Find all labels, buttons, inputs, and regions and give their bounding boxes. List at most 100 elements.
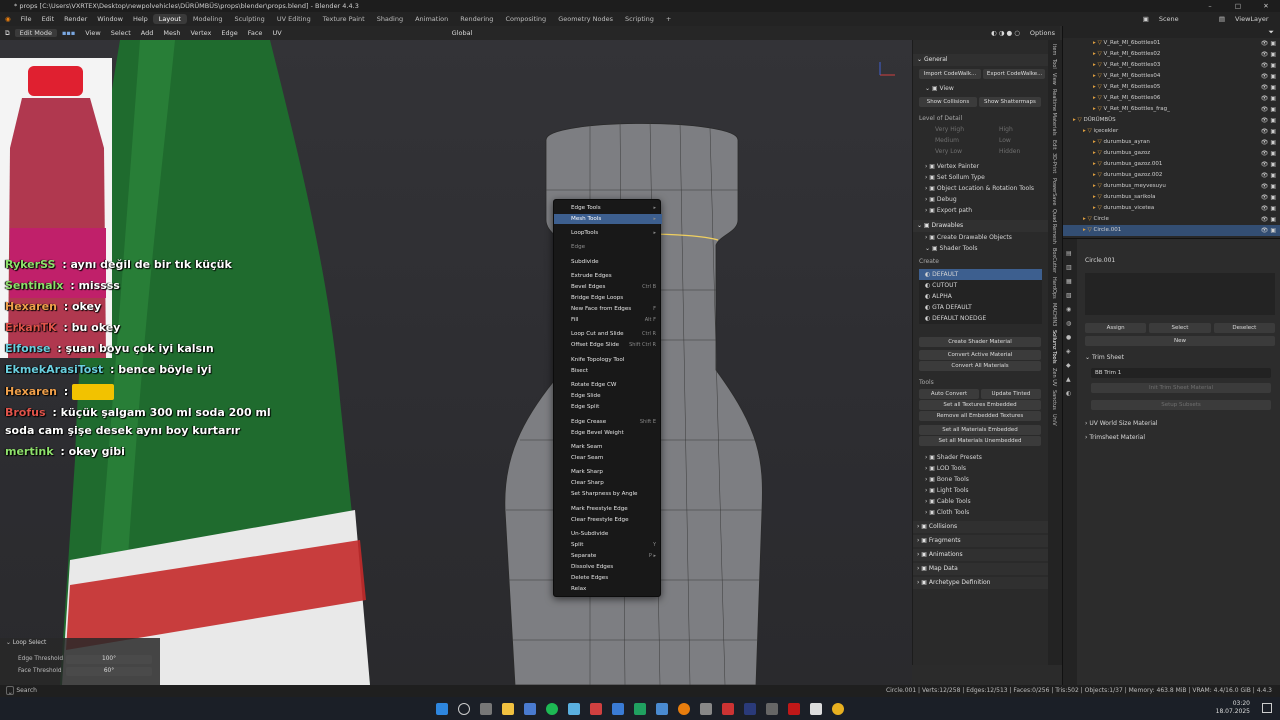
- outliner-row[interactable]: ▸ ▽ V_Ret_Ml_6bottles02 👁 ▣: [1063, 49, 1280, 60]
- shader-item-default-noedge[interactable]: ◐ DEFAULT NOEDGE: [919, 313, 1042, 324]
- subsection-export-path[interactable]: › ▣ Export path: [913, 205, 1048, 216]
- set-materials-embedded-button[interactable]: Set all Materials Embedded: [919, 425, 1041, 435]
- tab-realtime-materials[interactable]: Realtime Materials: [1051, 89, 1057, 136]
- menu-item-subdivide[interactable]: Subdivide: [554, 257, 662, 267]
- menu-item-extrude-edges[interactable]: Extrude Edges: [554, 271, 662, 281]
- menu-item-edge-tools[interactable]: Edge Tools ▸: [554, 203, 662, 213]
- menu-add[interactable]: Add: [136, 29, 159, 37]
- menu-render[interactable]: Render: [59, 15, 92, 23]
- outliner-row[interactable]: ▸ ▽ V_Ret_Ml_6bottles05 👁 ▣: [1063, 82, 1280, 93]
- tab-layout[interactable]: Layout: [152, 14, 187, 24]
- visibility-icon[interactable]: 👁 ▣: [1261, 181, 1276, 192]
- visibility-icon[interactable]: 👁 ▣: [1261, 60, 1276, 71]
- section-fragments[interactable]: › ▣ Fragments: [913, 535, 1048, 547]
- menu-select[interactable]: Select: [106, 29, 136, 37]
- outliner-row[interactable]: ▸ ▽ V_Ret_Ml_6bottles_frag_ 👁 ▣: [1063, 104, 1280, 115]
- 3d-viewport[interactable]: RykerSS : aynı değil de bir tık küçük Se…: [0, 40, 912, 685]
- uv-world-size-header[interactable]: › UV World Size Material: [1085, 420, 1157, 427]
- assign-button[interactable]: Assign: [1085, 323, 1147, 333]
- tab-animation[interactable]: Animation: [409, 14, 454, 24]
- menu-help[interactable]: Help: [128, 15, 153, 23]
- tab-boxcutter[interactable]: BoxCutter: [1051, 248, 1057, 273]
- menu-item-separate[interactable]: Separate P ▸: [554, 551, 662, 561]
- trim-sheet-header[interactable]: ⌄ Trim Sheet: [1085, 354, 1124, 361]
- search-icon[interactable]: [458, 703, 470, 715]
- menu-file[interactable]: File: [16, 15, 37, 23]
- windows-start-icon[interactable]: [436, 703, 448, 715]
- shader-item-cutout[interactable]: ◐ CUTOUT: [919, 280, 1042, 291]
- menu-item-bevel-edges[interactable]: Bevel Edges Ctrl B: [554, 282, 662, 292]
- app-icon[interactable]: [656, 703, 668, 715]
- menu-item-bridge-edge-loops[interactable]: Bridge Edge Loops: [554, 293, 662, 303]
- new-material-button[interactable]: New: [1085, 336, 1275, 346]
- menu-item-edge-crease[interactable]: Edge Crease Shift E: [554, 417, 662, 427]
- menu-item-looptools[interactable]: LoopTools ▸: [554, 228, 662, 238]
- app-icon[interactable]: [788, 703, 800, 715]
- edge-threshold-field[interactable]: 100°: [66, 655, 152, 664]
- tool-tab-icon[interactable]: ▤ ▥ ▦ ▧ ◉ ◍ ● ◈ ◆ ▲ ◐: [1066, 247, 1077, 401]
- outliner-row[interactable]: ▸ ▽ V_Ret_Ml_6bottles04 👁 ▣: [1063, 71, 1280, 82]
- tab-edit[interactable]: Edit: [1051, 140, 1057, 150]
- tab-item[interactable]: Item: [1051, 44, 1057, 55]
- outliner-row[interactable]: ▸ ▽ V_Ret_Ml_6bottles01 👁 ▣: [1063, 38, 1280, 49]
- blender-taskbar-icon[interactable]: [678, 703, 690, 715]
- loop-select-title[interactable]: ⌄ Loop Select: [6, 640, 46, 646]
- menu-edit[interactable]: Edit: [37, 15, 60, 23]
- app-icon[interactable]: [766, 703, 778, 715]
- shader-item-alpha[interactable]: ◐ ALPHA: [919, 291, 1042, 302]
- scene-icon[interactable]: ▣: [1138, 15, 1154, 23]
- menu-window[interactable]: Window: [92, 15, 128, 23]
- subsection-view[interactable]: ⌄ ▣ View: [913, 83, 1048, 94]
- filter-icon[interactable]: ⏷: [1268, 28, 1274, 37]
- minimize-icon[interactable]: –: [1196, 0, 1224, 12]
- menu-item-loop-cut-and-slide[interactable]: Loop Cut and Slide Ctrl R: [554, 329, 662, 339]
- menu-item-knife-topology-tool[interactable]: Knife Topology Tool: [554, 355, 662, 365]
- app-icon[interactable]: [810, 703, 822, 715]
- convert-all-materials-button[interactable]: Convert All Materials: [919, 361, 1041, 371]
- trimsheet-material-header[interactable]: › Trimsheet Material: [1085, 434, 1145, 441]
- tab-rendering[interactable]: Rendering: [454, 14, 499, 24]
- show-shattermaps-button[interactable]: Show Shattermaps: [978, 97, 1041, 107]
- menu-vertex[interactable]: Vertex: [185, 29, 216, 37]
- face-threshold-field[interactable]: 60°: [66, 667, 152, 676]
- shading-icons[interactable]: ◐ ◑ ● ○: [986, 29, 1025, 37]
- tab-shading[interactable]: Shading: [371, 14, 409, 24]
- material-slots-list[interactable]: [1085, 273, 1275, 315]
- outliner-row[interactable]: ▸ ▽ Circle.001 👁 ▣: [1063, 225, 1280, 236]
- maximize-icon[interactable]: □: [1224, 0, 1252, 12]
- lod-very-high[interactable]: Very High: [935, 124, 999, 135]
- subsection-light-tools[interactable]: › ▣ Light Tools: [913, 485, 1048, 496]
- menu-item-mesh-tools[interactable]: Mesh Tools ▸: [554, 214, 662, 224]
- menu-item-un-subdivide[interactable]: Un-Subdivide: [554, 529, 662, 539]
- editor-type-icon[interactable]: ⧉: [0, 29, 15, 38]
- visibility-icon[interactable]: 👁 ▣: [1261, 93, 1276, 104]
- tab-modeling[interactable]: Modeling: [187, 14, 229, 24]
- menu-item-clear-sharp[interactable]: Clear Sharp: [554, 478, 662, 488]
- app-icon[interactable]: [612, 703, 624, 715]
- tab-powersave[interactable]: PowerSave: [1051, 178, 1057, 205]
- file-explorer-icon[interactable]: [502, 703, 514, 715]
- section-collisions[interactable]: › ▣ Collisions: [913, 521, 1048, 533]
- outliner-row[interactable]: ▸ ▽ durumbus_meyvesuyu 👁 ▣: [1063, 181, 1280, 192]
- tab-sculpting[interactable]: Sculpting: [228, 14, 270, 24]
- visibility-icon[interactable]: 👁 ▣: [1261, 126, 1276, 137]
- import-codewalker-button[interactable]: Import CodeWalk...: [919, 69, 981, 79]
- photoshop-icon[interactable]: [744, 703, 756, 715]
- visibility-icon[interactable]: 👁 ▣: [1261, 203, 1276, 214]
- outliner-row[interactable]: ▸ ▽ içecekler 👁 ▣: [1063, 126, 1280, 137]
- tab-zen-uv[interactable]: Zen UV: [1051, 368, 1057, 386]
- blender-logo-icon[interactable]: ◉: [0, 15, 16, 23]
- visibility-icon[interactable]: 👁 ▣: [1261, 82, 1276, 93]
- menu-item-edge-slide[interactable]: Edge Slide: [554, 391, 662, 401]
- tab-machin3[interactable]: MACHIN3: [1051, 303, 1057, 326]
- outliner-row[interactable]: ▸ ▽ durumbus_gazoz.002 👁 ▣: [1063, 170, 1280, 181]
- tab-sollumz-tools[interactable]: Sollumz Tools: [1051, 330, 1057, 364]
- show-collisions-button[interactable]: Show Collisions: [919, 97, 977, 107]
- shader-item-default[interactable]: ◐ DEFAULT: [919, 269, 1042, 280]
- outliner-row[interactable]: ▸ ▽ Circle 👁 ▣: [1063, 214, 1280, 225]
- menu-item-edge-split[interactable]: Edge Split: [554, 402, 662, 412]
- menu-mesh[interactable]: Mesh: [158, 29, 185, 37]
- tab-compositing[interactable]: Compositing: [499, 14, 552, 24]
- tab-view[interactable]: View: [1051, 73, 1057, 85]
- outliner-row[interactable]: ▸ ▽ V_Ret_Ml_6bottles03 👁 ▣: [1063, 60, 1280, 71]
